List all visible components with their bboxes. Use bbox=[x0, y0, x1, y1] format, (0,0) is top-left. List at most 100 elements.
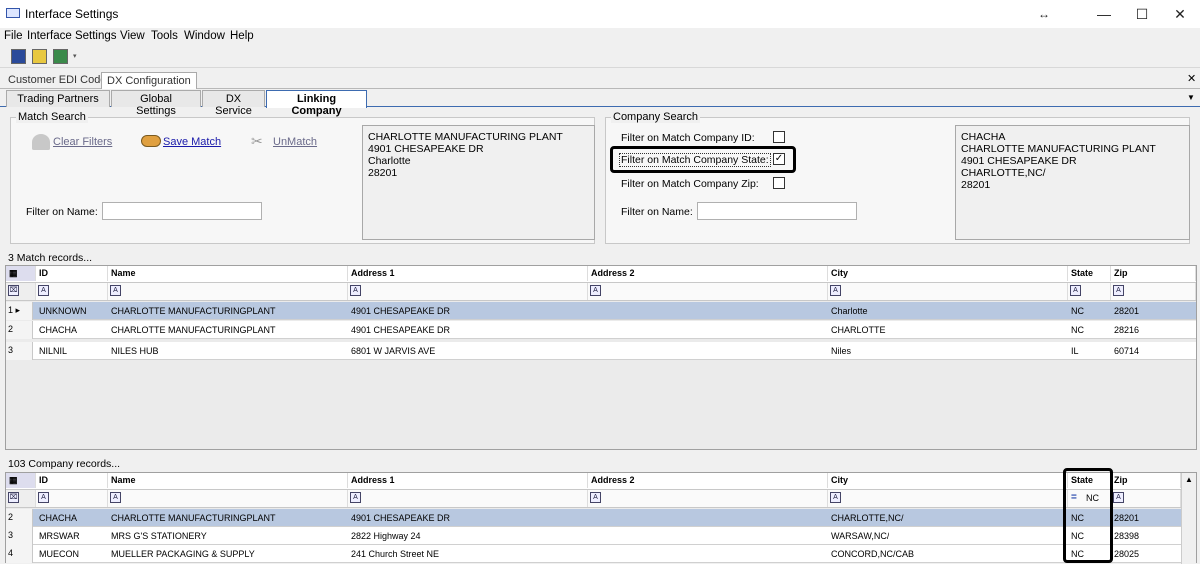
filter-cell-state[interactable]: A bbox=[1068, 283, 1111, 300]
col-zip[interactable]: Zip bbox=[1111, 266, 1196, 281]
open-icon[interactable] bbox=[32, 49, 47, 64]
company-filter-name-label: Filter on Name: bbox=[621, 206, 693, 218]
filter-cell-city[interactable]: A bbox=[828, 490, 1068, 507]
match-filter-row: ⌧ A A A A A A A bbox=[6, 283, 1196, 301]
toolbar bbox=[0, 46, 1200, 68]
clear-filter-icon[interactable]: ⌧ bbox=[6, 490, 36, 507]
table-row[interactable]: 3 MRSWAR MRS G'S STATIONERY 2822 Highway… bbox=[6, 527, 1181, 545]
col-address1[interactable]: Address 1 bbox=[348, 473, 588, 488]
col-id-label: ID bbox=[39, 475, 48, 485]
company-records-grid: ▦ ID Name Address 1 Address 2 City State… bbox=[5, 472, 1197, 564]
menu-help[interactable]: Help bbox=[230, 30, 254, 42]
table-row[interactable]: 1 ▸ UNKNOWN CHARLOTTE MANUFACTURINGPLANT… bbox=[6, 302, 1196, 320]
filter-id-checkbox[interactable] bbox=[773, 131, 785, 143]
close-tab-icon[interactable]: ✕ bbox=[1187, 72, 1196, 85]
col-address1[interactable]: Address 1 bbox=[348, 266, 588, 281]
filter-cell-id[interactable]: A bbox=[36, 283, 108, 300]
col-state[interactable]: State bbox=[1068, 266, 1111, 281]
menu-window[interactable]: Window bbox=[184, 30, 225, 42]
cell-city: CHARLOTTE bbox=[831, 325, 886, 335]
tab-linking-company[interactable]: Linking Company bbox=[266, 90, 367, 117]
match-address-box: CHARLOTTE MANUFACTURING PLANT 4901 CHESA… bbox=[362, 125, 595, 240]
menu-tools[interactable]: Tools bbox=[151, 30, 178, 42]
row-number: 3 bbox=[6, 342, 33, 360]
unmatch-link[interactable]: UnMatch bbox=[273, 136, 317, 148]
tab-dx-configuration[interactable]: DX Configuration bbox=[101, 72, 197, 89]
table-row[interactable]: 2 CHACHA CHARLOTTE MANUFACTURINGPLANT 49… bbox=[6, 321, 1196, 339]
cell-city: CONCORD,NC/CAB bbox=[831, 549, 915, 559]
company-filter-row: ⌧ A A A A A = NC A bbox=[6, 490, 1181, 508]
cell-address1: 241 Church Street NE bbox=[351, 549, 440, 559]
scroll-up-icon[interactable]: ▲ bbox=[1185, 475, 1193, 484]
col-address1-label: Address 1 bbox=[351, 475, 395, 485]
export-icon[interactable] bbox=[53, 49, 68, 64]
cell-address1: 4901 CHESAPEAKE DR bbox=[351, 306, 451, 316]
menu-interface-settings[interactable]: Interface Settings bbox=[27, 30, 117, 42]
col-name[interactable]: Name bbox=[108, 473, 348, 488]
col-address2[interactable]: Address 2 bbox=[588, 266, 828, 281]
filter-cell-address1[interactable]: A bbox=[348, 490, 588, 507]
filter-cell-city[interactable]: A bbox=[828, 283, 1068, 300]
company-address-box: CHACHA CHARLOTTE MANUFACTURING PLANT 490… bbox=[955, 125, 1190, 240]
cell-zip: 60714 bbox=[1114, 346, 1140, 356]
column-chooser-icon[interactable]: ▦ bbox=[6, 473, 36, 488]
col-id[interactable]: ID bbox=[36, 266, 108, 281]
filter-cell-id[interactable]: A bbox=[36, 490, 108, 507]
filter-state-label: Filter on Match Company State: bbox=[619, 153, 771, 167]
cell-zip: 28025 bbox=[1114, 549, 1140, 559]
menu-bar: File Interface Settings View Tools Windo… bbox=[0, 28, 1200, 46]
filter-cell-address2[interactable]: A bbox=[588, 490, 828, 507]
col-city-label: City bbox=[831, 268, 849, 278]
col-address2[interactable]: Address 2 bbox=[588, 473, 828, 488]
table-row[interactable]: 2 CHACHA CHARLOTTE MANUFACTURINGPLANT 49… bbox=[6, 509, 1181, 527]
toolbar-overflow-icon[interactable]: ▾ bbox=[73, 52, 77, 60]
table-row[interactable]: 4 MUECON MUELLER PACKAGING & SUPPLY 241 … bbox=[6, 545, 1181, 563]
filter-cell-name[interactable]: A bbox=[108, 490, 348, 507]
filter-state-checkbox[interactable]: ✓ bbox=[773, 153, 785, 165]
row-number: 4 bbox=[6, 545, 33, 563]
unmatch-icon[interactable]: ✂ bbox=[251, 134, 269, 150]
tab-customer-edi-codes[interactable]: Customer EDI Codes bbox=[3, 72, 117, 89]
row-number: 2 bbox=[6, 509, 33, 527]
filter-cell-zip[interactable]: A bbox=[1111, 283, 1196, 300]
col-id-label: ID bbox=[39, 268, 48, 278]
menu-view[interactable]: View bbox=[120, 30, 145, 42]
filter-cell-address1[interactable]: A bbox=[348, 283, 588, 300]
filter-zip-checkbox[interactable] bbox=[773, 177, 785, 189]
cell-name: CHARLOTTE MANUFACTURINGPLANT bbox=[111, 513, 276, 523]
col-name-label: Name bbox=[111, 268, 136, 278]
col-zip[interactable]: Zip bbox=[1111, 473, 1181, 488]
match-records-caption: 3 Match records... bbox=[8, 252, 93, 264]
tab-trading-partners[interactable]: Trading Partners bbox=[6, 90, 110, 107]
col-id[interactable]: ID bbox=[36, 473, 108, 488]
menu-file[interactable]: File bbox=[4, 30, 23, 42]
clear-filter-icon[interactable]: ⌧ bbox=[6, 283, 36, 300]
company-grid-scrollbar[interactable]: ▲ bbox=[1181, 473, 1196, 564]
filter-cell-name[interactable]: A bbox=[108, 283, 348, 300]
title-bar: Interface Settings ↔ — ☐ ✕ bbox=[0, 0, 1200, 28]
table-row[interactable]: 3 NILNIL NILES HUB 6801 W JARVIS AVE Nil… bbox=[6, 342, 1196, 360]
clear-filters-link[interactable]: Clear Filters bbox=[53, 136, 112, 148]
company-filter-name-input[interactable] bbox=[697, 202, 857, 220]
cell-city: Niles bbox=[831, 346, 852, 356]
save-match-link[interactable]: Save Match bbox=[163, 136, 221, 148]
col-name[interactable]: Name bbox=[108, 266, 348, 281]
tab-list-dropdown-icon[interactable]: ▼ bbox=[1187, 93, 1195, 102]
col-city[interactable]: City bbox=[828, 266, 1068, 281]
cell-city: CHARLOTTE,NC/ bbox=[831, 513, 904, 523]
close-button[interactable]: ✕ bbox=[1158, 0, 1200, 28]
save-icon[interactable] bbox=[11, 49, 26, 64]
window-title: Interface Settings bbox=[25, 7, 119, 21]
match-filter-name-input[interactable] bbox=[102, 202, 262, 220]
cell-address1: 4901 CHESAPEAKE DR bbox=[351, 513, 451, 523]
cell-id: CHACHA bbox=[39, 513, 78, 523]
filter-cell-address2[interactable]: A bbox=[588, 283, 828, 300]
handshake-icon[interactable] bbox=[141, 135, 161, 147]
column-chooser-icon[interactable]: ▦ bbox=[6, 266, 36, 281]
tab-global-settings[interactable]: Global Settings bbox=[111, 90, 201, 117]
col-city[interactable]: City bbox=[828, 473, 1068, 488]
cell-address1: 2822 Highway 24 bbox=[351, 531, 421, 541]
tab-dx-service[interactable]: DX Service bbox=[202, 90, 265, 117]
clear-filters-icon[interactable] bbox=[32, 134, 50, 150]
filter-cell-zip[interactable]: A bbox=[1111, 490, 1181, 507]
